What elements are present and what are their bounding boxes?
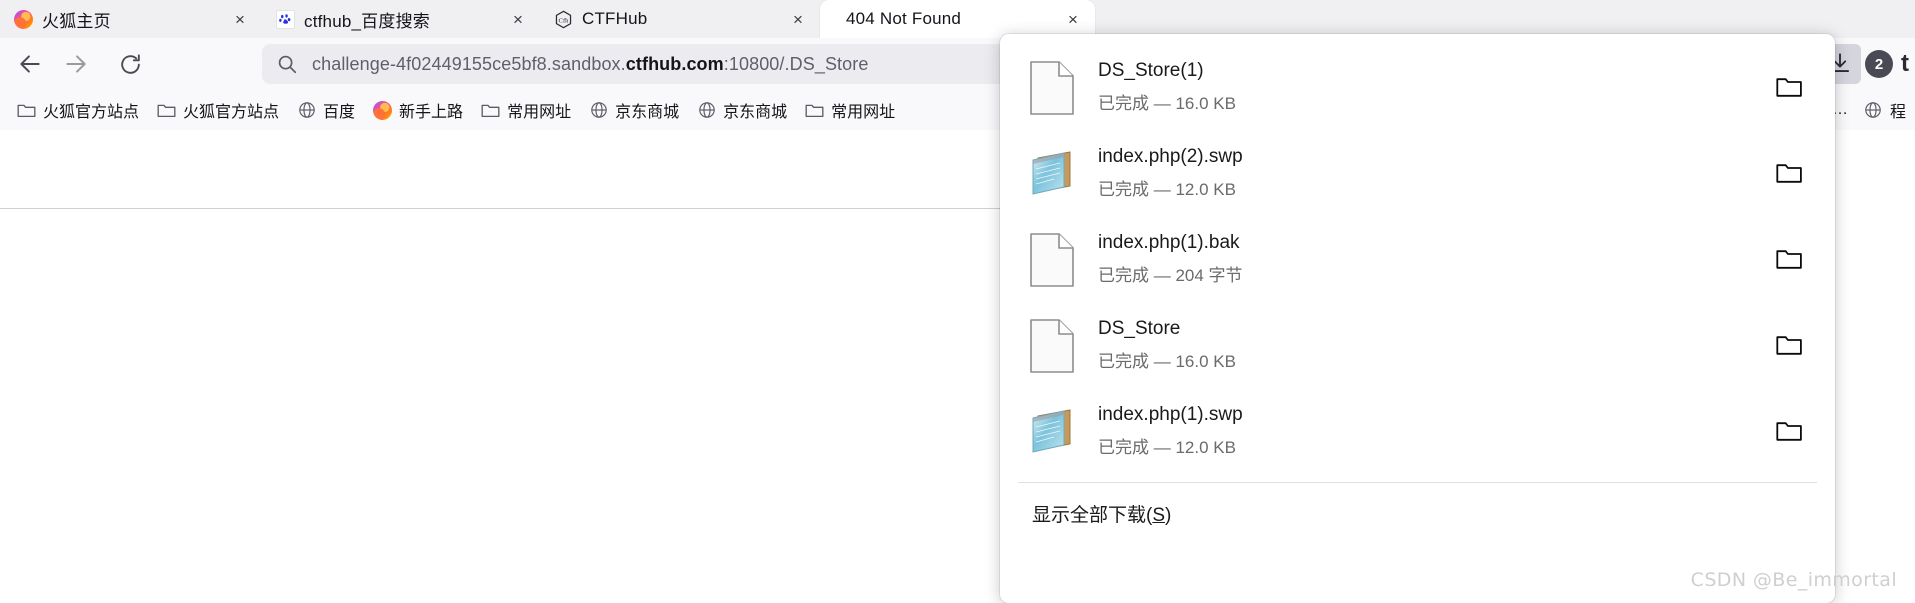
- tab-close-icon[interactable]: ×: [228, 7, 252, 31]
- svg-text:Cfh: Cfh: [559, 17, 570, 24]
- download-meta: DS_Store(1) 已完成 — 16.0 KB: [1098, 60, 1236, 114]
- generic-file-icon: [1030, 233, 1076, 287]
- bookmark-label: 新手上路: [399, 104, 464, 121]
- bookmark-label: 火狐官方站点: [43, 104, 140, 121]
- tab-close-icon[interactable]: ×: [1061, 7, 1085, 31]
- show-all-downloads-prefix: 显示全部下载(: [1032, 504, 1153, 526]
- folder-icon: [17, 101, 36, 120]
- folder-open-icon[interactable]: [1769, 325, 1809, 365]
- folder-open-icon[interactable]: [1769, 239, 1809, 279]
- bookmark-label: 常用网址: [831, 104, 896, 121]
- folder-open-icon[interactable]: [1769, 411, 1809, 451]
- download-status: 已完成 — 12.0 KB: [1098, 438, 1236, 457]
- bookmark-label: 火狐官方站点: [183, 104, 280, 121]
- notepad-file-icon: [1030, 147, 1076, 199]
- download-status: 已完成 — 16.0 KB: [1098, 352, 1236, 371]
- download-item[interactable]: index.php(1).bak 已完成 — 204 字节: [1012, 216, 1823, 302]
- bookmark-item[interactable]: 火狐官方站点: [8, 94, 148, 126]
- download-meta: index.php(2).swp 已完成 — 12.0 KB: [1098, 146, 1243, 200]
- bookmark-item[interactable]: 程: [1855, 94, 1915, 126]
- profile-button[interactable]: t: [1897, 50, 1913, 78]
- download-meta: index.php(1).bak 已完成 — 204 字节: [1098, 232, 1243, 286]
- folder-icon: [157, 101, 176, 120]
- download-meta: DS_Store 已完成 — 16.0 KB: [1098, 318, 1236, 372]
- show-all-downloads-accesskey: S: [1152, 504, 1166, 526]
- url-text: challenge-4f02449155ce5bf8.sandbox.ctfhu…: [312, 54, 868, 75]
- download-status: 已完成 — 204 字节: [1098, 266, 1243, 285]
- globe-icon: [589, 101, 608, 120]
- ctfhub-hexagon-icon: Cfh: [554, 10, 573, 29]
- download-filename: DS_Store(1): [1098, 60, 1204, 81]
- show-all-downloads-label: 显示全部下载(S): [1032, 500, 1171, 527]
- bookmark-item[interactable]: 火狐官方站点: [148, 94, 288, 126]
- forward-button[interactable]: [56, 44, 96, 84]
- show-all-downloads-button[interactable]: 显示全部下载(S): [1000, 483, 1835, 543]
- download-item[interactable]: DS_Store(1) 已完成 — 16.0 KB: [1012, 44, 1823, 130]
- tab-close-icon[interactable]: ×: [786, 7, 810, 31]
- download-filename: index.php(2).swp: [1098, 146, 1243, 167]
- downloads-panel: DS_Store(1) 已完成 — 16.0 KB index.php(2).s…: [1000, 34, 1835, 603]
- download-item[interactable]: index.php(1).swp 已完成 — 12.0 KB: [1012, 388, 1823, 474]
- download-meta: index.php(1).swp 已完成 — 12.0 KB: [1098, 404, 1243, 458]
- folder-icon: [805, 101, 824, 120]
- bookmark-item[interactable]: 百度: [288, 94, 364, 126]
- bookmark-item[interactable]: 京东商城: [580, 94, 688, 126]
- download-item[interactable]: index.php(2).swp 已完成 — 12.0 KB: [1012, 130, 1823, 216]
- globe-icon: [1864, 101, 1883, 120]
- show-all-downloads-suffix: ): [1165, 504, 1172, 526]
- bookmark-label: 百度: [323, 104, 356, 121]
- download-item[interactable]: DS_Store 已完成 — 16.0 KB: [1012, 302, 1823, 388]
- notepad-file-icon: [1030, 405, 1076, 457]
- firefox-logo-icon: [14, 9, 33, 29]
- tab-firefox-home[interactable]: 火狐主页 ×: [0, 0, 262, 38]
- bookmark-label: 常用网址: [507, 104, 572, 121]
- folder-open-icon[interactable]: [1769, 153, 1809, 193]
- bookmark-item[interactable]: 常用网址: [472, 94, 580, 126]
- tab-strip: 火狐主页 × ctfhub_百度搜索 × Cfh CTFHub × 404 No…: [0, 0, 1915, 38]
- download-filename: index.php(1).bak: [1098, 232, 1240, 253]
- reload-button[interactable]: [110, 44, 150, 84]
- download-count-badge[interactable]: 2: [1865, 50, 1893, 78]
- back-button[interactable]: [10, 44, 50, 84]
- globe-icon: [697, 101, 716, 120]
- firefox-logo-icon: [373, 100, 393, 120]
- folder-open-icon[interactable]: [1769, 67, 1809, 107]
- bookmark-item[interactable]: 京东商城: [688, 94, 796, 126]
- bookmark-item[interactable]: 新手上路: [364, 94, 472, 126]
- download-filename: index.php(1).swp: [1098, 404, 1243, 425]
- watermark: CSDN @Be_immortal: [1690, 569, 1897, 591]
- download-status: 已完成 — 12.0 KB: [1098, 180, 1236, 199]
- bookmark-label: 程: [1889, 104, 1906, 121]
- tab-title: 404 Not Found: [846, 9, 962, 28]
- browser-window: 火狐主页 × ctfhub_百度搜索 × Cfh CTFHub × 404 No…: [0, 0, 1915, 603]
- tab-close-icon[interactable]: ×: [506, 7, 530, 31]
- bookmark-label: 京东商城: [723, 104, 788, 121]
- tab-404-not-found[interactable]: 404 Not Found ×: [820, 0, 1095, 38]
- bookmark-label: 京东商城: [615, 104, 680, 121]
- bookmark-item[interactable]: 常用网址: [796, 94, 904, 126]
- tab-title: CTFHub: [582, 9, 648, 28]
- download-status: 已完成 — 16.0 KB: [1098, 94, 1236, 113]
- tab-title: 火狐主页: [42, 11, 111, 31]
- generic-file-icon: [1030, 319, 1076, 373]
- download-filename: DS_Store: [1098, 318, 1181, 339]
- content-divider: [0, 208, 1010, 209]
- tab-title: ctfhub_百度搜索: [304, 11, 430, 31]
- url-suffix: :10800/.DS_Store: [723, 53, 869, 74]
- tab-ctfhub-baidu-search[interactable]: ctfhub_百度搜索 ×: [262, 0, 540, 38]
- search-icon: [276, 53, 298, 75]
- baidu-paw-icon: [276, 9, 295, 29]
- generic-file-icon: [1030, 61, 1076, 115]
- url-prefix: challenge-4f02449155ce5bf8.sandbox.: [312, 53, 626, 74]
- globe-icon: [297, 101, 316, 120]
- tab-ctfhub[interactable]: Cfh CTFHub ×: [540, 0, 820, 38]
- url-domain: ctfhub.com: [625, 53, 724, 74]
- folder-icon: [481, 101, 500, 120]
